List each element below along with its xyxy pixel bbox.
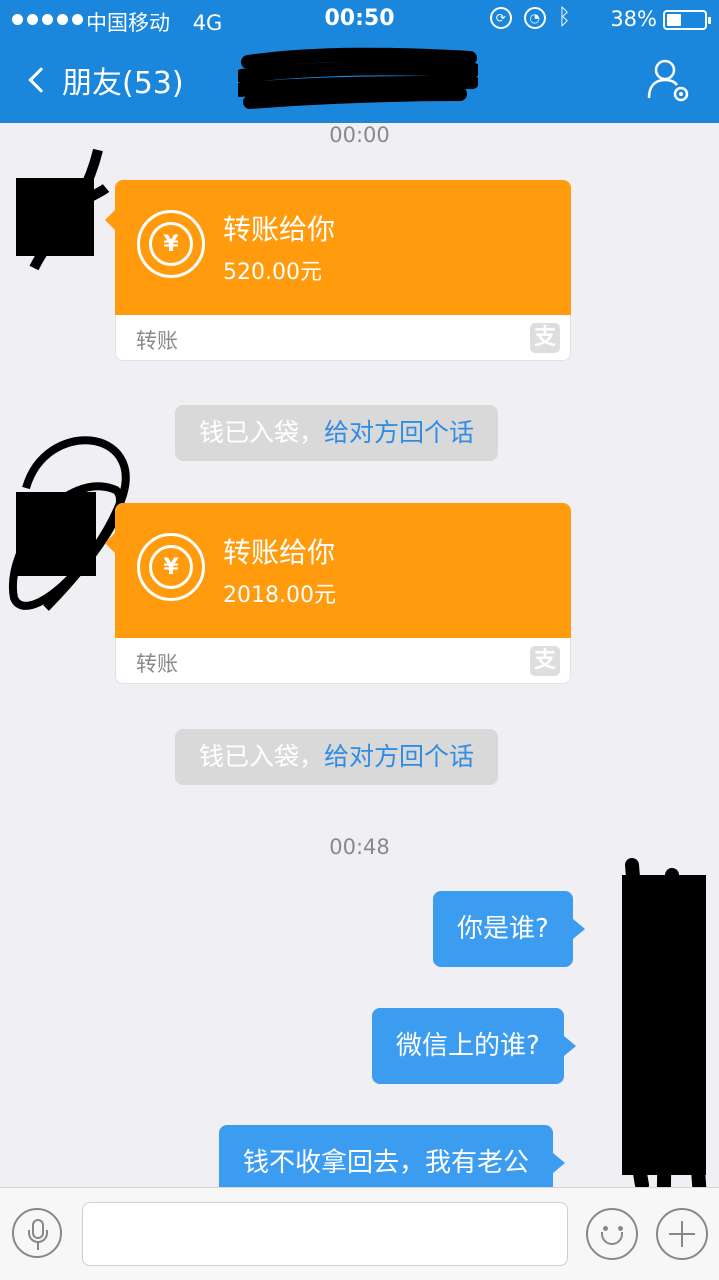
top-bar: 中国移动 4G 00:50 ⟳ ◔ ᛒ 38% 朋友(53) — [0, 0, 719, 123]
redacted-chat-title — [238, 47, 478, 109]
nav-bar: 朋友(53) — [0, 40, 719, 123]
chevron-left-icon — [28, 67, 54, 93]
redacted-own-avatar — [622, 858, 707, 1215]
plus-icon[interactable] — [656, 1208, 708, 1260]
transfer-card-header: ¥ 转账给你 520.00元 — [105, 180, 571, 315]
reply-link[interactable]: 给对方回个话 — [324, 742, 474, 771]
currency-transfer-icon: ¥ — [137, 533, 205, 601]
transfer-card-header: ¥ 转账给你 2018.00元 — [105, 503, 571, 638]
notice-text: 钱已入袋， — [199, 742, 325, 771]
transfer-card[interactable]: ¥ 转账给你 2018.00元 转账 支 — [105, 503, 571, 684]
battery-icon — [663, 10, 711, 30]
alipay-icon: 支 — [530, 323, 560, 353]
transfer-amount: 2018.00元 — [223, 583, 336, 608]
system-notice: 钱已入袋，给对方回个话 — [175, 405, 499, 461]
transfer-footer-label: 转账 — [136, 652, 178, 676]
reply-link[interactable]: 给对方回个话 — [324, 418, 474, 447]
redacted-avatar — [16, 148, 110, 271]
back-label: 朋友(53) — [62, 66, 184, 101]
transfer-title: 转账给你 — [223, 536, 336, 569]
transfer-card[interactable]: ¥ 转账给你 520.00元 转账 支 — [105, 180, 571, 361]
timestamp: 00:00 — [329, 123, 390, 147]
notice-text: 钱已入袋， — [199, 418, 325, 447]
status-bar: 中国移动 4G 00:50 ⟳ ◔ ᛒ 38% — [0, 0, 719, 40]
message-input[interactable] — [82, 1202, 568, 1266]
battery-fill — [667, 14, 681, 26]
system-notice: 钱已入袋，给对方回个话 — [175, 729, 499, 785]
profile-settings-icon[interactable] — [647, 58, 693, 104]
transfer-card-footer: 转账 支 — [115, 638, 571, 684]
currency-transfer-icon: ¥ — [137, 210, 205, 278]
transfer-footer-label: 转账 — [136, 329, 178, 353]
outgoing-message[interactable]: 你是谁? — [433, 891, 585, 967]
alarm-icon: ◔ — [523, 7, 546, 29]
bluetooth-icon: ᛒ — [557, 5, 571, 30]
alipay-icon: 支 — [530, 646, 560, 676]
status-icons: ⟳ ◔ ᛒ — [489, 5, 571, 30]
orientation-lock-icon: ⟳ — [489, 7, 512, 29]
back-button[interactable]: 朋友(53) — [24, 58, 184, 102]
outgoing-message[interactable]: 微信上的谁? — [372, 1008, 576, 1084]
microphone-icon[interactable] — [12, 1208, 62, 1258]
emoji-icon[interactable] — [586, 1208, 638, 1260]
transfer-amount: 520.00元 — [223, 260, 322, 285]
input-bar — [0, 1187, 719, 1280]
transfer-card-footer: 转账 支 — [115, 315, 571, 361]
battery-percent: 38% — [610, 7, 657, 31]
transfer-title: 转账给你 — [223, 213, 336, 246]
